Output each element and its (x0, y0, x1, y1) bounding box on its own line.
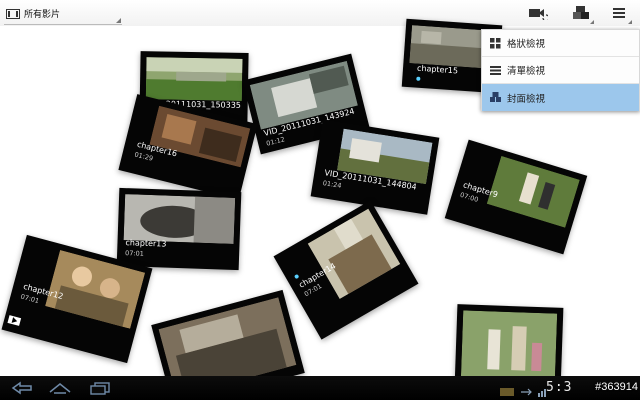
new-indicator-icon (293, 273, 300, 280)
menu-item-grid-view[interactable]: 格狀檢視 (482, 30, 639, 57)
recent-apps-button[interactable] (86, 379, 114, 397)
stack-view-icon (573, 6, 589, 19)
menu-item-label: 格狀檢視 (507, 39, 546, 50)
back-button[interactable] (8, 379, 36, 397)
menu-item-label: 清單檢視 (507, 66, 546, 77)
camera-switch-button[interactable] (526, 4, 550, 22)
home-button[interactable] (46, 379, 74, 397)
view-mode-menu: 格狀檢視 清單檢視 封面檢視 (481, 29, 640, 111)
new-indicator-icon (416, 76, 421, 81)
video-thumbnail (486, 155, 580, 228)
status-icons (500, 382, 548, 400)
dropdown-corner-icon (116, 18, 121, 23)
menu-item-list-view[interactable]: 清單檢視 (482, 57, 639, 84)
play-icon[interactable] (7, 315, 22, 326)
video-thumbnail (45, 249, 146, 329)
video-thumbnail (460, 310, 558, 384)
menu-item-label: 封面檢視 (507, 93, 546, 105)
usb-icon (520, 382, 532, 400)
home-icon (49, 383, 71, 394)
recent-apps-icon (90, 382, 110, 395)
screenshot-icon (500, 382, 514, 400)
dropdown-corner-icon (590, 20, 594, 24)
album-filter-label: 所有影片 (24, 10, 61, 20)
dropdown-corner-icon (628, 20, 632, 24)
video-thumbnail (145, 57, 243, 101)
video-thumbnail (123, 194, 236, 244)
video-card[interactable]: chapter9 07:00 (444, 139, 588, 255)
video-card[interactable]: chapter14 07:01 (273, 200, 419, 340)
action-bar: 所有影片 (0, 0, 640, 26)
video-title: chapter15 (416, 63, 459, 76)
clock[interactable]: 5:3 (546, 380, 572, 395)
video-card[interactable]: chapter13 07:01 (116, 187, 242, 271)
video-camera-switch-icon (529, 9, 548, 20)
view-mode-button[interactable] (569, 4, 594, 24)
menu-item-cover-view[interactable]: 封面檢視 (482, 84, 639, 111)
grid-icon (490, 37, 501, 49)
stack-view-icon (490, 92, 501, 103)
film-icon (6, 8, 20, 19)
video-card[interactable]: VID_20111031_144804 01:24 (310, 119, 440, 215)
menu-icon (613, 8, 625, 18)
watermark-text: #363914 (595, 381, 638, 393)
back-arrow-icon (11, 381, 32, 395)
list-icon (490, 65, 501, 76)
system-bar: 5:3 #363914 (0, 376, 640, 400)
overflow-menu-button[interactable] (607, 4, 632, 24)
album-filter-dropdown[interactable]: 所有影片 (4, 3, 122, 25)
video-duration: 07:01 (124, 249, 144, 258)
